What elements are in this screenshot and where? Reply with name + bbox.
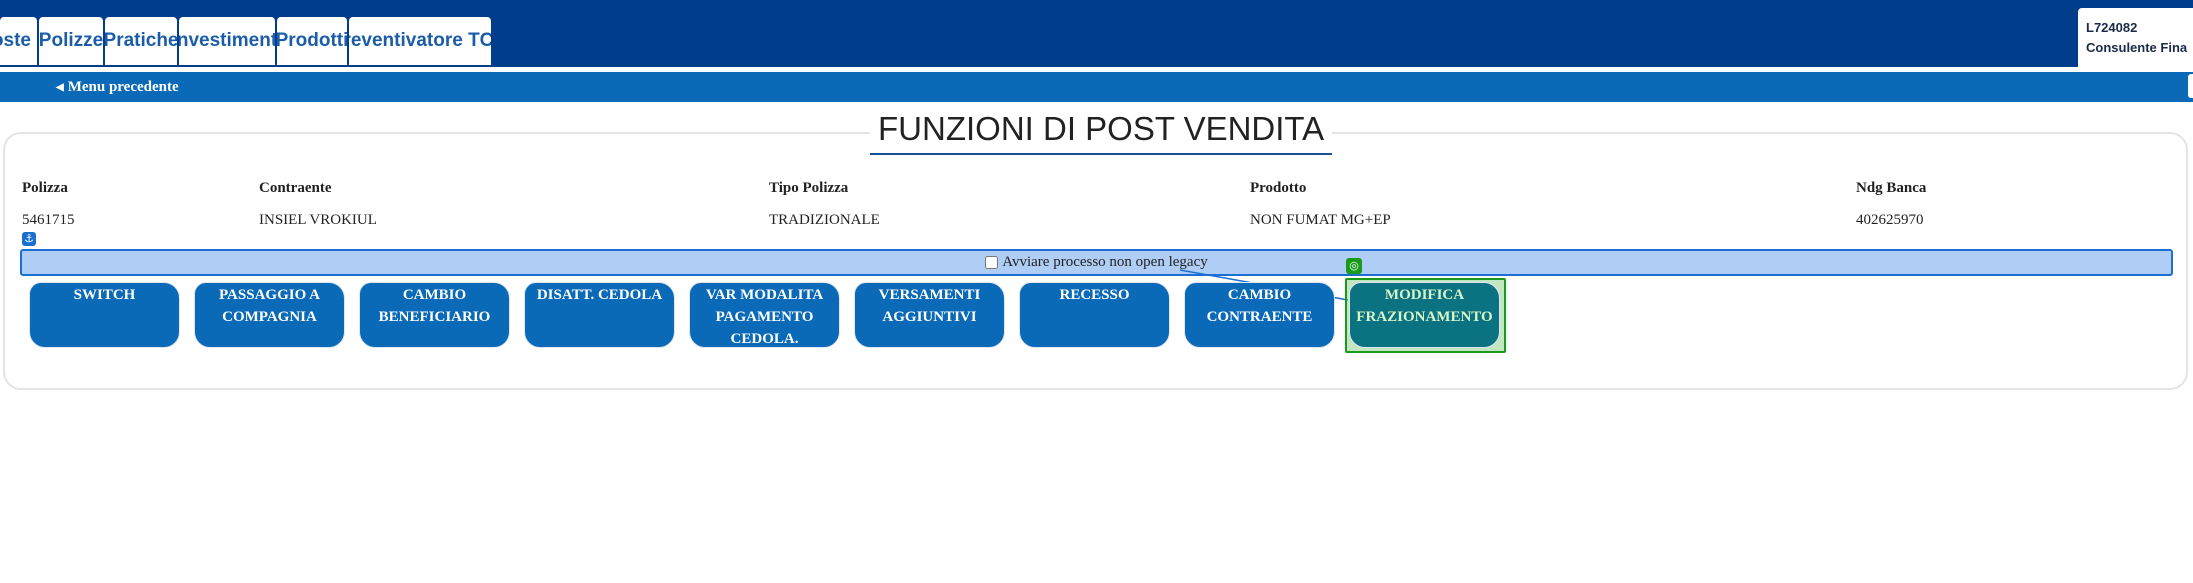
disatt-cedola-button[interactable]: DISATT. CEDOLA — [524, 282, 675, 348]
passaggio-compagnia-button[interactable]: PASSAGGIO A COMPAGNIA — [194, 282, 345, 348]
target-icon: ◎ — [1346, 258, 1362, 274]
cambio-beneficiario-button[interactable]: CAMBIO BENEFICIARIO — [359, 282, 510, 348]
recesso-button[interactable]: RECESSO — [1019, 282, 1170, 348]
switch-button[interactable]: SWITCH — [29, 282, 180, 348]
versamenti-aggiuntivi-button[interactable]: VERSAMENTI AGGIUNTIVI — [854, 282, 1005, 348]
var-modalita-pagamento-cedola-button[interactable]: VAR MODALITA PAGAMENTO CEDOLA. — [689, 282, 840, 348]
cambio-contraente-button[interactable]: CAMBIO CONTRAENTE — [1184, 282, 1335, 348]
modifica-frazionamento-button[interactable]: MODIFICA FRAZIONAMENTO — [1349, 282, 1500, 348]
